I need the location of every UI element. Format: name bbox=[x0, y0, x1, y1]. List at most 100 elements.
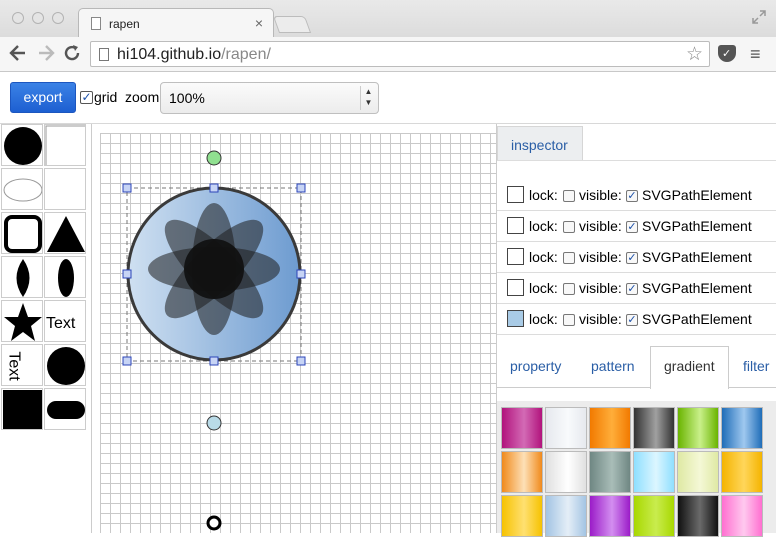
flower-shape[interactable] bbox=[148, 203, 280, 335]
canvas-svg bbox=[122, 150, 306, 531]
grid-label: grid bbox=[94, 89, 118, 105]
pocket-icon[interactable]: ✓ bbox=[718, 45, 736, 62]
forward-arrow-icon[interactable] bbox=[36, 42, 56, 64]
palette-ellipse-outline[interactable] bbox=[1, 168, 43, 210]
page-icon bbox=[91, 17, 101, 30]
visible-checkbox[interactable]: ✓ bbox=[626, 252, 638, 264]
resize-handle-sw bbox=[122, 356, 132, 366]
visible-label: visible: bbox=[579, 218, 622, 234]
gradient-swatch[interactable] bbox=[677, 407, 719, 449]
palette-blank[interactable] bbox=[44, 168, 86, 210]
tab-title: rapen bbox=[109, 17, 140, 31]
layer-color-swatch[interactable] bbox=[507, 217, 524, 234]
layer-type: SVGPathElement bbox=[642, 187, 752, 203]
circle-shape-icon bbox=[47, 347, 85, 385]
gradient-swatch[interactable] bbox=[545, 407, 587, 449]
lock-checkbox[interactable] bbox=[563, 190, 575, 202]
lock-label: lock: bbox=[529, 218, 558, 234]
visible-checkbox[interactable]: ✓ bbox=[626, 190, 638, 202]
zoom-window-button[interactable] bbox=[52, 12, 64, 24]
gradient-swatch[interactable] bbox=[501, 451, 543, 493]
layer-row[interactable]: lock: visible: ✓ SVGPathElement bbox=[497, 304, 776, 335]
square-shape-icon bbox=[3, 390, 42, 429]
lock-label: lock: bbox=[529, 249, 558, 265]
visible-checkbox[interactable]: ✓ bbox=[626, 283, 638, 295]
lock-checkbox[interactable] bbox=[563, 314, 575, 326]
palette-lens[interactable] bbox=[1, 256, 43, 298]
url-text[interactable]: hi104.github.io/rapen/ bbox=[117, 46, 271, 64]
vertical-ellipse-shape-icon bbox=[58, 259, 74, 297]
tab-property[interactable]: property bbox=[510, 358, 561, 374]
subtab-bar: property pattern gradient filter bbox=[497, 346, 776, 389]
gradient-handle[interactable] bbox=[206, 415, 222, 431]
gradient-swatch[interactable] bbox=[501, 495, 543, 537]
gradient-swatch[interactable] bbox=[545, 495, 587, 537]
palette-triangle[interactable] bbox=[44, 212, 86, 254]
palette-star[interactable] bbox=[1, 300, 43, 342]
lock-checkbox[interactable] bbox=[563, 283, 575, 295]
visible-checkbox[interactable]: ✓ bbox=[626, 314, 638, 326]
layer-row[interactable]: lock: visible: ✓ SVGPathElement bbox=[497, 242, 776, 273]
layer-row[interactable]: lock: visible: ✓ SVGPathElement bbox=[497, 211, 776, 242]
tab-gradient[interactable]: gradient bbox=[664, 358, 715, 374]
gradient-swatch[interactable] bbox=[677, 495, 719, 537]
gradient-swatch[interactable] bbox=[721, 451, 763, 493]
resize-handle-ne bbox=[296, 183, 306, 193]
palette-pill[interactable] bbox=[44, 388, 86, 430]
lock-label: lock: bbox=[529, 280, 558, 296]
visible-label: visible: bbox=[579, 280, 622, 296]
rotate-handle[interactable] bbox=[206, 150, 222, 166]
tab-pattern[interactable]: pattern bbox=[591, 358, 635, 374]
palette-circle-filled[interactable] bbox=[1, 124, 43, 166]
gradient-swatch[interactable] bbox=[721, 407, 763, 449]
palette-rounded-square[interactable] bbox=[1, 212, 43, 254]
gradient-end-handle[interactable] bbox=[206, 515, 222, 531]
zoom-label: zoom: bbox=[125, 89, 164, 105]
layer-color-swatch[interactable] bbox=[507, 248, 524, 265]
fullscreen-icon[interactable] bbox=[752, 10, 766, 24]
menu-icon[interactable]: ≡ bbox=[750, 44, 761, 65]
minimize-window-button[interactable] bbox=[32, 12, 44, 24]
tab-inspector[interactable]: inspector bbox=[497, 126, 583, 161]
palette-rectangle-outline[interactable] bbox=[44, 124, 86, 166]
layer-row[interactable]: lock: visible: ✓ SVGPathElement bbox=[497, 273, 776, 304]
new-tab-button[interactable] bbox=[272, 16, 312, 33]
tab-close-icon[interactable]: × bbox=[255, 15, 263, 31]
tab-filter[interactable]: filter bbox=[743, 358, 769, 374]
gradient-swatch[interactable] bbox=[633, 407, 675, 449]
gradient-swatch-grid bbox=[497, 401, 776, 537]
layer-color-swatch[interactable] bbox=[507, 279, 524, 296]
gradient-swatch[interactable] bbox=[721, 495, 763, 537]
gradient-swatch[interactable] bbox=[589, 451, 631, 493]
address-bar[interactable]: hi104.github.io/rapen/ ☆ bbox=[90, 41, 710, 67]
layer-color-swatch[interactable] bbox=[507, 186, 524, 203]
lock-checkbox[interactable] bbox=[563, 252, 575, 264]
vertical-text-shape-label: Text bbox=[5, 351, 23, 381]
gradient-swatch[interactable] bbox=[633, 451, 675, 493]
layer-color-swatch[interactable] bbox=[507, 310, 524, 327]
browser-tab[interactable]: rapen × bbox=[78, 8, 274, 37]
back-arrow-icon[interactable] bbox=[8, 42, 28, 64]
palette-square-filled[interactable] bbox=[1, 388, 43, 430]
gradient-swatch[interactable] bbox=[589, 407, 631, 449]
drawing-canvas[interactable] bbox=[100, 133, 496, 533]
star-shape-icon bbox=[4, 303, 42, 341]
grid-checkbox[interactable]: ✓ bbox=[80, 91, 93, 104]
lock-checkbox[interactable] bbox=[563, 221, 575, 233]
layer-row[interactable]: lock: visible: ✓ SVGPathElement bbox=[497, 180, 776, 211]
gradient-swatch[interactable] bbox=[501, 407, 543, 449]
palette-ellipse-vertical[interactable] bbox=[44, 256, 86, 298]
palette-text-vertical[interactable]: Text bbox=[1, 344, 43, 386]
export-button[interactable]: export bbox=[10, 82, 76, 113]
palette-circle-filled-2[interactable] bbox=[44, 344, 86, 386]
gradient-swatch[interactable] bbox=[633, 495, 675, 537]
palette-text[interactable]: Text bbox=[44, 300, 86, 342]
gradient-swatch[interactable] bbox=[545, 451, 587, 493]
close-window-button[interactable] bbox=[12, 12, 24, 24]
gradient-swatch[interactable] bbox=[589, 495, 631, 537]
bookmark-star-icon[interactable]: ☆ bbox=[686, 43, 703, 66]
visible-checkbox[interactable]: ✓ bbox=[626, 221, 638, 233]
gradient-swatch[interactable] bbox=[677, 451, 719, 493]
reload-icon[interactable] bbox=[62, 42, 82, 64]
zoom-select[interactable]: 100% ▲ ▼ bbox=[160, 82, 379, 114]
